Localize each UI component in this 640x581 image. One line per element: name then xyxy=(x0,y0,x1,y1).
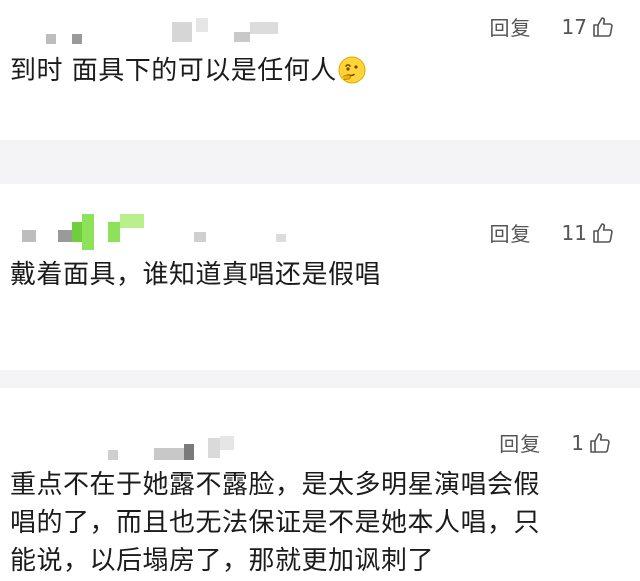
comment-text: 到时 面具下的可以是任何人 xyxy=(10,52,600,90)
comment-actions: 回复 11 xyxy=(490,218,615,247)
comment-card-3: 回复 1 重点不在于她露不露脸，是太多明星演唱会假 唱的了，而且也无法保证是不是… xyxy=(0,388,640,581)
comment-card-1: 回复 17 到时 面具下的可以是任何人 xyxy=(0,0,640,140)
reply-button[interactable]: 回复 xyxy=(490,218,532,247)
like-count: 11 xyxy=(561,220,587,245)
reply-button[interactable]: 回复 xyxy=(499,428,541,457)
separator xyxy=(0,370,640,388)
comment-line: 能说，以后塌房了，那就更加讽刺了 xyxy=(10,546,435,576)
comment-text-content: 戴着面具，谁知道真唱还是假唱 xyxy=(10,260,382,290)
comment-actions: 回复 1 xyxy=(499,428,612,457)
comment-line: 重点不在于她露不露脸，是太多明星演唱会假 xyxy=(10,470,541,500)
comment-text-content: 到时 面具下的可以是任何人 xyxy=(10,56,337,86)
thinking-face-icon xyxy=(338,56,366,84)
comment-actions: 回复 17 xyxy=(490,12,615,41)
comment-text: 戴着面具，谁知道真唱还是假唱 xyxy=(10,256,600,294)
separator xyxy=(0,140,640,184)
comment-card-2: 回复 11 戴着面具，谁知道真唱还是假唱 xyxy=(0,184,640,370)
thumbs-up-icon[interactable] xyxy=(591,15,615,39)
thumbs-up-icon[interactable] xyxy=(591,221,615,245)
comment-text: 重点不在于她露不露脸，是太多明星演唱会假 唱的了，而且也无法保证是不是她本人唱，… xyxy=(10,466,600,580)
like-count: 17 xyxy=(561,14,587,39)
like-count: 1 xyxy=(571,430,584,455)
thumbs-up-icon[interactable] xyxy=(588,431,612,455)
reply-button[interactable]: 回复 xyxy=(490,12,532,41)
comment-line: 唱的了，而且也无法保证是不是她本人唱，只 xyxy=(10,508,541,538)
